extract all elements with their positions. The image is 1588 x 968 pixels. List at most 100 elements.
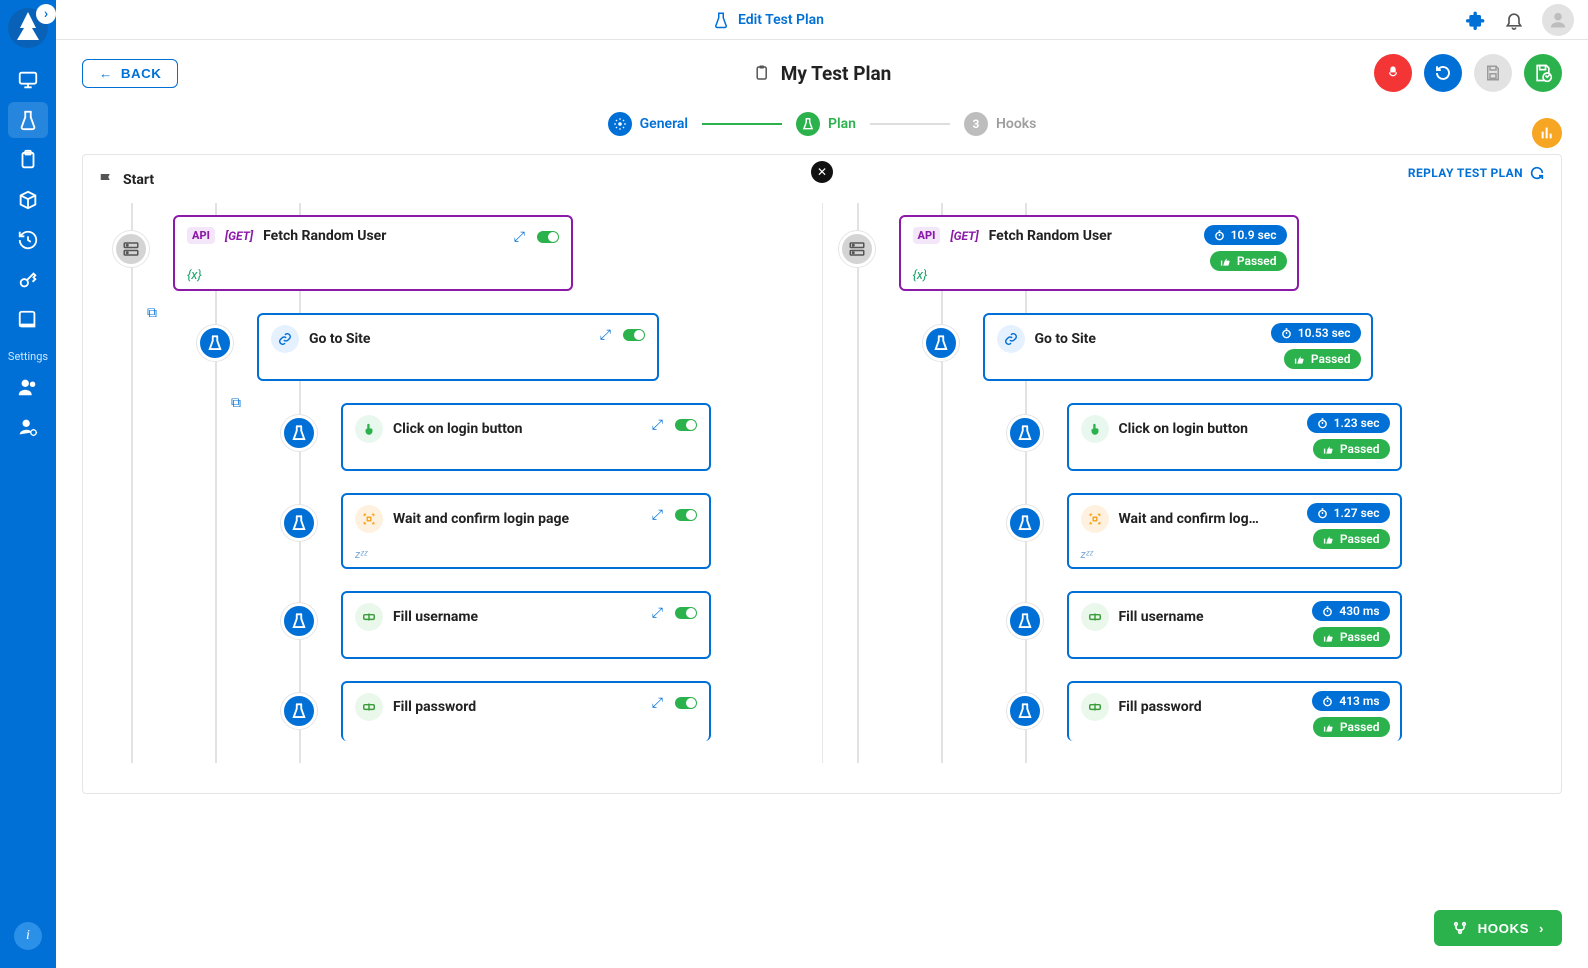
step-general[interactable]: General [608,112,688,136]
branch-icon [1452,920,1468,936]
nav-tests[interactable] [8,102,48,138]
step-hooks-number: 3 [964,112,988,136]
step-wait-label: Wait and confirm login page [393,511,569,527]
plan-canvas: REPLAY TEST PLAN ✕ Start API [82,154,1562,794]
thumb-icon [1220,256,1231,267]
result-click[interactable]: Click on login button 1.23 sec Passed [1067,403,1402,471]
bell-icon[interactable] [1504,10,1524,30]
expand-icon[interactable]: ⤢ [652,417,663,433]
app-logo[interactable]: › [6,6,50,50]
info-button[interactable]: i [14,922,42,950]
extension-icon[interactable] [1466,10,1486,30]
step-api[interactable]: API [GET] Fetch Random User {x} ⤢ [173,215,573,291]
page-title: My Test Plan [753,62,892,85]
nav-keys[interactable] [8,262,48,298]
server-icon [839,231,875,267]
step-password-label: Fill password [393,699,476,715]
flask-icon [1007,693,1043,729]
status-chip: Passed [1313,529,1390,549]
time-chip: 1.27 sec [1307,503,1390,523]
expand-icon[interactable]: ⤢ [652,605,663,621]
input-icon [355,603,383,631]
result-username-label: Fill username [1119,609,1204,625]
flask-icon [1007,415,1043,451]
time-chip: 1.23 sec [1307,413,1390,433]
time-chip: 413 ms [1312,691,1389,711]
copy-icon[interactable]: ⧉ [231,395,241,411]
step-goto[interactable]: Go to Site ⤢ [257,313,659,381]
gear-icon [608,112,632,136]
enable-toggle[interactable] [537,231,559,243]
topbar-title-text: Edit Test Plan [738,12,824,28]
topbar: Edit Test Plan [0,0,1588,40]
step-password[interactable]: Fill password ⤢ [341,681,711,741]
record-button[interactable] [1374,54,1412,92]
nav-package[interactable] [8,182,48,218]
step-general-label: General [640,116,688,132]
status-chip: Passed [1284,349,1361,369]
step-api-label: Fetch Random User [263,228,386,244]
time-chip: 10.53 sec [1271,323,1361,343]
var-indicator: {x} [187,268,202,283]
nav-users[interactable] [8,369,48,405]
flask-icon [281,415,317,451]
scan-icon [355,505,383,533]
result-api[interactable]: API [GET] Fetch Random User {x} 10.9 sec… [899,215,1299,291]
nav-monitor[interactable] [8,62,48,98]
replay-button[interactable]: REPLAY TEST PLAN [1408,165,1545,181]
close-split-button[interactable]: ✕ [811,161,833,183]
page-title-text: My Test Plan [781,62,892,85]
reset-button[interactable] [1424,54,1462,92]
flask-icon [281,603,317,639]
nav-docs[interactable] [8,302,48,338]
expand-rail-icon[interactable]: › [36,4,56,24]
result-username[interactable]: Fill username 430 ms Passed [1067,591,1402,659]
start-text: Start [123,172,154,188]
expand-icon[interactable]: ⤢ [652,507,663,523]
status-chip: Passed [1313,439,1390,459]
expand-icon[interactable]: ⤢ [514,229,525,245]
api-tag: API [187,227,215,244]
flask-icon [923,325,959,361]
enable-toggle[interactable] [675,607,697,619]
step-click-login[interactable]: Click on login button ⤢ [341,403,711,471]
result-goto[interactable]: Go to Site 10.53 sec Passed [983,313,1373,381]
chevron-right-icon: › [1539,921,1544,936]
enable-toggle[interactable] [675,697,697,709]
result-password[interactable]: Fill password 413 ms Passed [1067,681,1402,741]
result-wait[interactable]: Wait and confirm log… zᶻᶻ 1.27 sec Passe… [1067,493,1402,569]
step-plan[interactable]: Plan [796,112,856,136]
result-column: API [GET] Fetch Random User {x} 10.9 sec… [822,203,1548,763]
nav-history[interactable] [8,222,48,258]
result-click-label: Click on login button [1119,421,1248,437]
tap-icon [1081,415,1109,443]
status-chip: Passed [1210,251,1287,271]
input-icon [1081,693,1109,721]
back-button[interactable]: ← BACK [82,59,178,88]
step-wait[interactable]: Wait and confirm login page zᶻᶻ ⤢ [341,493,711,569]
enable-toggle[interactable] [623,329,645,341]
enable-toggle[interactable] [675,419,697,431]
topbar-title: Edit Test Plan [712,11,824,29]
tap-icon [355,415,383,443]
step-username[interactable]: Fill username ⤢ [341,591,711,659]
step-connector [870,123,950,125]
expand-icon[interactable]: ⤢ [600,327,611,343]
step-hooks[interactable]: 3 Hooks [964,112,1036,136]
save-button[interactable] [1474,54,1512,92]
report-button[interactable] [1532,118,1562,148]
expand-icon[interactable]: ⤢ [652,695,663,711]
scan-icon [1081,505,1109,533]
flag-icon [97,171,115,189]
copy-icon[interactable]: ⧉ [147,305,157,321]
nav-clipboard[interactable] [8,142,48,178]
save-run-button[interactable] [1524,54,1562,92]
time-chip: 430 ms [1312,601,1389,621]
result-wait-label: Wait and confirm log… [1119,511,1259,527]
avatar[interactable] [1542,4,1574,36]
input-icon [355,693,383,721]
nav-user-settings[interactable] [8,409,48,445]
enable-toggle[interactable] [675,509,697,521]
result-api-label: Fetch Random User [989,228,1112,244]
hooks-button[interactable]: HOOKS › [1434,910,1562,946]
